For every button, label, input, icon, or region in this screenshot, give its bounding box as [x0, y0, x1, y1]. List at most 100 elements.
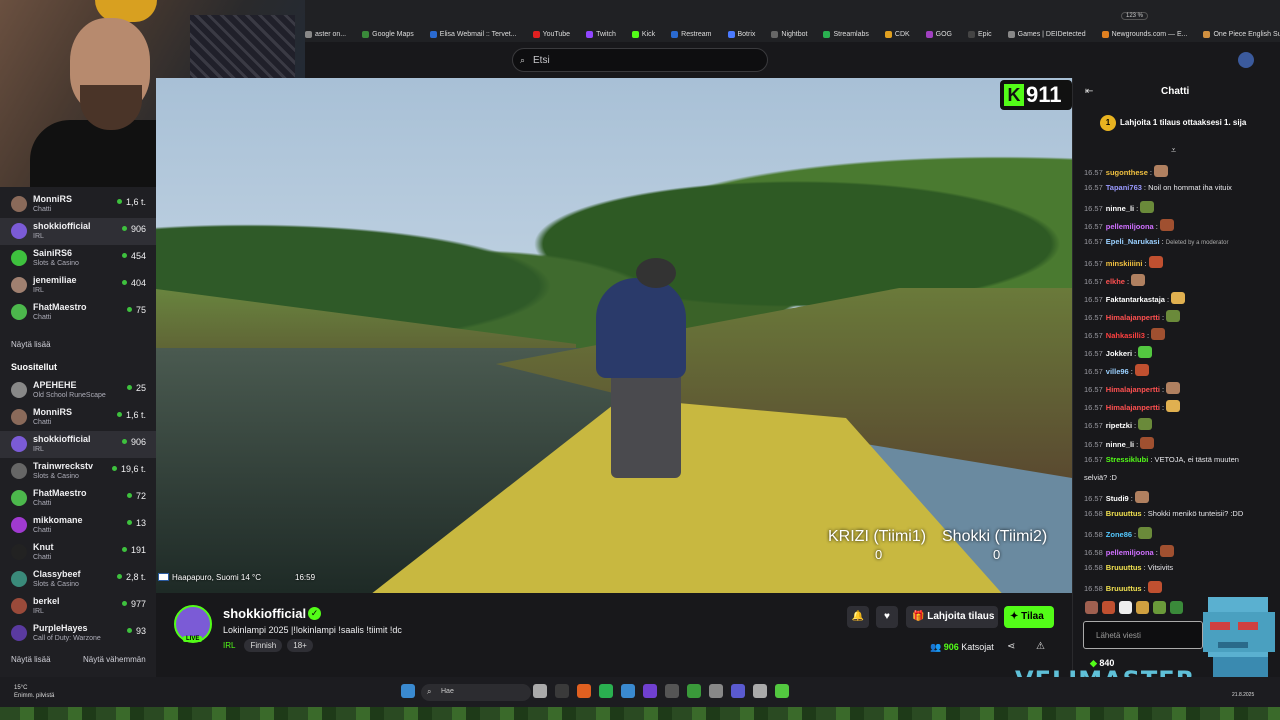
- bookmark-item[interactable]: Restream: [671, 30, 719, 38]
- bookmark-item[interactable]: Nightbot: [771, 30, 815, 38]
- bookmark-item[interactable]: Games | DEIDetected: [1007, 30, 1094, 38]
- bookmark-item[interactable]: CDK: [884, 30, 918, 38]
- taskbar-search[interactable]: ⌕ Hae: [421, 684, 531, 701]
- bookmark-item[interactable]: GOG: [925, 30, 960, 38]
- show-less-link[interactable]: Näytä vähemmän: [83, 655, 146, 664]
- bookmark-item[interactable]: Streamlabs: [823, 30, 876, 38]
- store-icon[interactable]: [533, 684, 547, 698]
- sidebar-channel-shokkiofficial[interactable]: shokkiofficial IRL 906: [0, 431, 156, 458]
- app-icon[interactable]: [775, 684, 789, 698]
- sidebar-channel-apehehe[interactable]: APEHEHE Old School RuneScape 25: [0, 377, 156, 404]
- steam-icon[interactable]: [621, 684, 635, 698]
- chat-username[interactable]: Zone86: [1106, 530, 1132, 539]
- bookmark-item[interactable]: Epic: [968, 30, 1000, 38]
- chat-username[interactable]: ripetzki: [1106, 421, 1132, 430]
- taskbar-weather[interactable]: 15°C Enimm. pilvistä: [14, 684, 54, 700]
- gift-sub-button[interactable]: 🎁 Lahjoita tilaus: [906, 606, 998, 628]
- chat-username[interactable]: Epeli_Narukasi: [1106, 237, 1160, 246]
- sidebar-channel-mikkomane[interactable]: mikkomane Chatti 13: [0, 512, 156, 539]
- chat-username[interactable]: Himalajanpertti: [1106, 313, 1160, 322]
- sidebar-channel-fhatmaestro[interactable]: FhatMaestro Chatti 75: [0, 299, 156, 326]
- show-more-link[interactable]: Näytä lisää: [11, 340, 51, 349]
- app-icon[interactable]: [753, 684, 767, 698]
- firefox-icon[interactable]: [577, 684, 591, 698]
- emote-icon[interactable]: [1170, 601, 1183, 614]
- chat-username[interactable]: Bruuuttus: [1106, 563, 1142, 572]
- windows-start-icon[interactable]: [401, 684, 415, 698]
- bookmark-item[interactable]: Botrix: [727, 30, 764, 38]
- chat-username[interactable]: minskiiiini: [1106, 259, 1143, 268]
- chat-username[interactable]: Bruuuttus: [1106, 509, 1142, 518]
- bookmark-item[interactable]: Twitch: [586, 30, 624, 38]
- chat-username[interactable]: Faktantarkastaja: [1106, 295, 1165, 304]
- chat-username[interactable]: ninne_li: [1106, 204, 1134, 213]
- sidebar-channel-trainwreckstv[interactable]: Trainwreckstv Slots & Casino 19,6 t.: [0, 458, 156, 485]
- heart-icon[interactable]: ♥: [876, 606, 898, 628]
- chat-username[interactable]: Himalajanpertti: [1106, 403, 1160, 412]
- chat-input[interactable]: Lähetä viesti: [1083, 621, 1203, 649]
- sidebar-channel-sainirs6[interactable]: SainiRS6 Slots & Casino 454: [0, 245, 156, 272]
- collapse-chat-icon[interactable]: ⇤: [1085, 86, 1093, 97]
- emote-icon[interactable]: [1102, 601, 1115, 614]
- discord-icon[interactable]: [731, 684, 745, 698]
- chat-username[interactable]: Bruuuttus: [1106, 584, 1142, 593]
- chat-username[interactable]: Nahkasilli3: [1106, 331, 1145, 340]
- bookmark-item[interactable]: Elisa Webmail :: Tervet...: [429, 30, 525, 38]
- sidebar-channel-knut[interactable]: Knut Chatti 191: [0, 539, 156, 566]
- chat-username[interactable]: sugonthese: [1106, 168, 1148, 177]
- search-input[interactable]: ⌕ Etsi: [512, 48, 768, 72]
- share-icon[interactable]: ⋖: [1007, 641, 1015, 652]
- chat-username[interactable]: Himalajanpertti: [1106, 385, 1160, 394]
- bookmark-item[interactable]: Google Maps: [362, 30, 422, 38]
- bell-icon[interactable]: 🔔: [847, 606, 869, 628]
- show-more-link[interactable]: Näytä lisää: [11, 655, 51, 664]
- sidebar-channel-shokkiofficial[interactable]: shokkiofficial IRL 906: [0, 218, 156, 245]
- settings-icon[interactable]: [709, 684, 723, 698]
- user-avatar[interactable]: [1238, 52, 1254, 68]
- bottom-overlay-strip: [0, 707, 1280, 720]
- emote-icon[interactable]: [1136, 601, 1149, 614]
- sidebar-channel-purplehayes[interactable]: PurpleHayes Call of Duty: Warzone 93: [0, 620, 156, 647]
- channel-name[interactable]: shokkiofficial: [223, 606, 306, 621]
- chat-username[interactable]: pellemiljoona: [1106, 548, 1154, 557]
- chrome-icon[interactable]: [555, 684, 569, 698]
- bookmark-item[interactable]: One Piece English Sub...: [1203, 30, 1280, 38]
- emote-icon[interactable]: [1153, 601, 1166, 614]
- bookmark-item[interactable]: aster on...: [305, 30, 354, 38]
- zoom-indicator[interactable]: 123 %: [1120, 12, 1148, 20]
- pinned-chevron-icon[interactable]: ⩡: [1171, 145, 1176, 156]
- chat-username[interactable]: Stressiklubi: [1106, 455, 1149, 464]
- chat-username[interactable]: ninne_li: [1106, 440, 1134, 449]
- emote-icon[interactable]: [1085, 601, 1098, 614]
- spotify-icon[interactable]: [599, 684, 613, 698]
- bookmark-item[interactable]: YouTube: [532, 30, 579, 38]
- bookmark-item[interactable]: Kick: [631, 30, 663, 38]
- video-player[interactable]: [156, 78, 1072, 593]
- chat-username[interactable]: Studi9: [1106, 494, 1129, 503]
- chat-username[interactable]: Tapani763: [1106, 183, 1142, 192]
- sidebar-channel-monnirs[interactable]: MonniRS Chatti 1,6 t.: [0, 404, 156, 431]
- chat-username[interactable]: pellemiljoona: [1106, 222, 1154, 231]
- report-icon[interactable]: ⚠: [1036, 641, 1045, 652]
- sidebar-channel-berkel[interactable]: berkel IRL 977: [0, 593, 156, 620]
- chat-username[interactable]: ville96: [1106, 367, 1129, 376]
- subscribe-button[interactable]: ✦ Tilaa: [1004, 606, 1054, 628]
- app-icon[interactable]: [665, 684, 679, 698]
- gift-leaderboard-banner[interactable]: 1 Lahjoita 1 tilaus ottaaksesi 1. sija: [1100, 115, 1246, 131]
- category-link[interactable]: IRL: [223, 641, 235, 650]
- sidebar-channel-fhatmaestro[interactable]: FhatMaestro Chatti 72: [0, 485, 156, 512]
- tag-18plus[interactable]: 18+: [287, 639, 313, 652]
- sidebar-channel-classybeef[interactable]: Classybeef Slots & Casino 2,8 t.: [0, 566, 156, 593]
- tag-finnish[interactable]: Finnish: [244, 639, 283, 652]
- chat-username[interactable]: Jokkeri: [1106, 349, 1132, 358]
- chat-message: 16.57 Studi9:: [1084, 490, 1274, 504]
- taskbar-search-label: Hae: [441, 688, 454, 695]
- obs-icon[interactable]: [643, 684, 657, 698]
- bookmark-item[interactable]: Newgrounds.com — E...: [1101, 30, 1196, 38]
- sidebar-channel-monnirs[interactable]: MonniRS Chatti 1,6 t.: [0, 191, 156, 218]
- emote-icon[interactable]: [1119, 601, 1132, 614]
- sidebar-channel-category: Chatti: [33, 500, 52, 507]
- xbox-icon[interactable]: [687, 684, 701, 698]
- chat-username[interactable]: elkhe: [1106, 277, 1125, 286]
- sidebar-channel-jenemiliae[interactable]: jenemiliae IRL 404: [0, 272, 156, 299]
